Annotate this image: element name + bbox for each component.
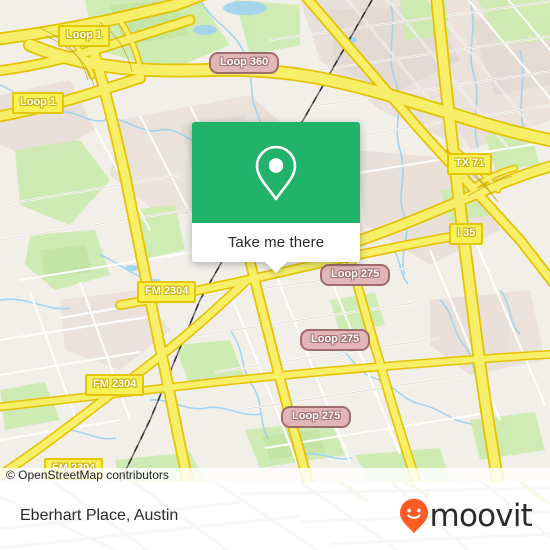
road-shield-loop-275: Loop 275 — [281, 406, 352, 428]
road-shield-tx-71: TX 71 — [447, 153, 493, 175]
moovit-wordmark: moovit — [429, 497, 533, 534]
moovit-pin-icon — [399, 498, 428, 534]
moovit-logo[interactable]: moovit — [399, 497, 533, 534]
road-shield-i-35: I 35 — [449, 223, 484, 245]
callout-action-panel[interactable]: Take me there — [192, 223, 360, 273]
destination-callout[interactable]: Take me there — [192, 122, 360, 273]
map-screen: Loop 1 Loop 360 Loop 1 TX 71 I 35 Loop 275 FM … — [0, 0, 550, 550]
place-title: Eberhart Place, Austin — [20, 507, 179, 524]
footer-bar: Eberhart Place, Austin moovit — [0, 482, 550, 550]
callout-pointer — [265, 262, 287, 273]
road-shield-loop-275: Loop 275 — [300, 329, 371, 351]
road-shield-loop-1: Loop 1 — [58, 25, 111, 47]
road-shield-loop-360: Loop 360 — [209, 52, 280, 74]
map-pin-icon — [255, 145, 297, 200]
callout-image-panel — [192, 122, 360, 223]
road-shield-fm-2304: FM 2304 — [137, 281, 197, 303]
osm-attribution[interactable]: © OpenStreetMap contributors — [0, 468, 550, 482]
road-shield-loop-1: Loop 1 — [12, 92, 65, 114]
map-canvas[interactable]: Loop 1 Loop 360 Loop 1 TX 71 I 35 Loop 275 FM … — [0, 0, 550, 482]
take-me-there-label: Take me there — [227, 234, 325, 251]
road-shield-fm-2304: FM 2304 — [85, 374, 145, 396]
road-shield-loop-275: Loop 275 — [320, 264, 391, 286]
